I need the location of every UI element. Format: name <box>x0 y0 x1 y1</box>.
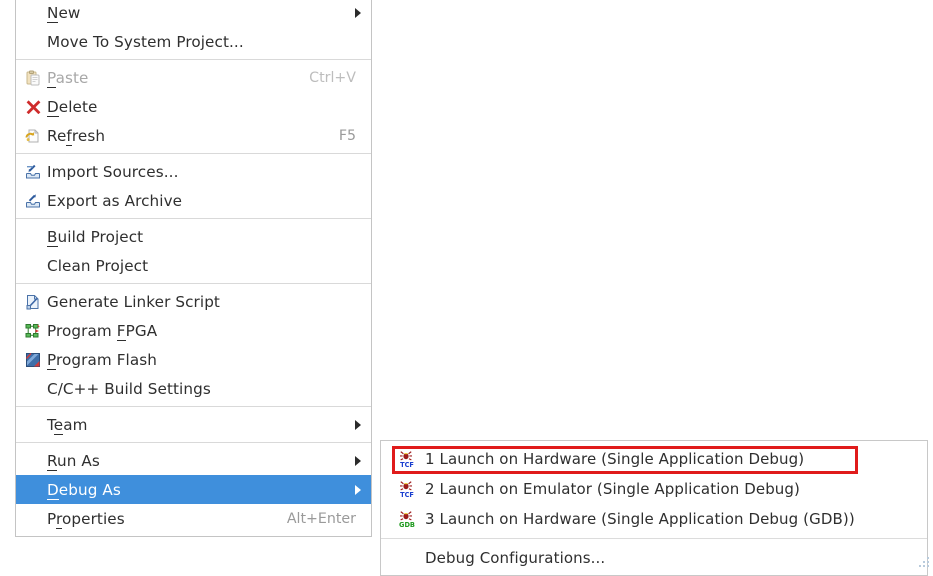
menu-item-shortcut: Ctrl+V <box>309 70 363 86</box>
submenu-item-debug-configurations[interactable]: Debug Configurations... <box>381 543 927 573</box>
no-icon <box>22 257 44 275</box>
menu-item-label: Properties <box>47 510 269 528</box>
svg-text:GDB: GDB <box>399 521 415 528</box>
menu-item-label: Import Sources... <box>47 163 363 181</box>
menu-item-label: Debug As <box>47 481 345 499</box>
menu-item-run-as[interactable]: Run As <box>16 446 371 475</box>
menu-item-label: Refresh <box>47 127 321 145</box>
menu-item-label: Generate Linker Script <box>47 293 363 311</box>
no-icon <box>22 33 44 51</box>
menu-item-shortcut: F5 <box>339 128 363 144</box>
menu-item-paste: Paste Ctrl+V <box>16 63 371 92</box>
menu-item-build-project[interactable]: Build Project <box>16 222 371 251</box>
menu-item-export-as-archive[interactable]: Export as Archive <box>16 186 371 215</box>
menu-item-label: Run As <box>47 452 345 470</box>
submenu-arrow-icon <box>355 420 361 430</box>
context-menu[interactable]: New Move To System Project... Paste Ctrl+V D… <box>15 0 372 537</box>
menu-item-label: Debug Configurations... <box>425 549 919 567</box>
fpga-icon <box>22 322 44 340</box>
menu-separator <box>16 283 371 284</box>
no-icon <box>22 4 44 22</box>
import-icon <box>22 163 44 181</box>
no-icon <box>22 510 44 528</box>
submenu-arrow-icon <box>355 485 361 495</box>
menu-item-properties[interactable]: Properties Alt+Enter <box>16 504 371 533</box>
debug-as-submenu[interactable]: TCF 1 Launch on Hardware (Single Applicat… <box>380 440 928 576</box>
menu-item-program-fpga[interactable]: Program FPGA <box>16 316 371 345</box>
svg-text:TCF: TCF <box>400 491 414 498</box>
menu-item-clean-project[interactable]: Clean Project <box>16 251 371 280</box>
menu-separator <box>16 153 371 154</box>
no-icon <box>22 481 44 499</box>
menu-item-refresh[interactable]: Refresh F5 <box>16 121 371 150</box>
menu-item-move-to-system-project[interactable]: Move To System Project... <box>16 27 371 56</box>
submenu-item-2-launch-on-emulator-single-application-[interactable]: TCF 2 Launch on Emulator (Single Applicat… <box>381 474 927 504</box>
resize-grip[interactable] <box>915 559 929 567</box>
no-icon <box>22 380 44 398</box>
menu-separator <box>381 538 927 539</box>
menu-separator <box>16 406 371 407</box>
tcf-debug-icon: TCF <box>395 480 419 498</box>
menu-item-generate-linker-script[interactable]: Generate Linker Script <box>16 287 371 316</box>
export-icon <box>22 192 44 210</box>
linker-script-icon <box>22 293 44 311</box>
paste-icon <box>22 69 44 87</box>
delete-icon <box>22 98 44 116</box>
menu-item-debug-as[interactable]: Debug As <box>16 475 371 504</box>
flash-icon <box>22 351 44 369</box>
menu-item-new[interactable]: New <box>16 0 371 27</box>
menu-item-label: Paste <box>47 69 291 87</box>
menu-item-delete[interactable]: Delete <box>16 92 371 121</box>
submenu-arrow-icon <box>355 456 361 466</box>
menu-item-label: Delete <box>47 98 363 116</box>
no-icon <box>22 416 44 434</box>
menu-item-label: 1 Launch on Hardware (Single Application… <box>425 450 919 468</box>
menu-item-import-sources[interactable]: Import Sources... <box>16 157 371 186</box>
no-icon <box>395 549 419 567</box>
menu-item-label: Build Project <box>47 228 363 246</box>
menu-item-label: Program FPGA <box>47 322 363 340</box>
svg-text:TCF: TCF <box>400 461 414 468</box>
gdb-debug-icon: GDB <box>395 510 419 528</box>
tcf-debug-icon: TCF <box>395 450 419 468</box>
refresh-icon <box>22 127 44 145</box>
menu-item-c-c-build-settings[interactable]: C/C++ Build Settings <box>16 374 371 403</box>
no-icon <box>22 452 44 470</box>
menu-item-label: New <box>47 4 345 22</box>
no-icon <box>22 228 44 246</box>
menu-item-shortcut: Alt+Enter <box>287 511 363 527</box>
menu-separator <box>16 59 371 60</box>
menu-item-label: 3 Launch on Hardware (Single Application… <box>425 510 919 528</box>
menu-separator <box>16 218 371 219</box>
menu-item-team[interactable]: Team <box>16 410 371 439</box>
menu-item-label: Program Flash <box>47 351 363 369</box>
menu-item-label: 2 Launch on Emulator (Single Application… <box>425 480 919 498</box>
menu-item-label: C/C++ Build Settings <box>47 380 363 398</box>
submenu-arrow-icon <box>355 8 361 18</box>
menu-item-label: Export as Archive <box>47 192 363 210</box>
menu-item-program-flash[interactable]: Program Flash <box>16 345 371 374</box>
menu-item-label: Clean Project <box>47 257 363 275</box>
submenu-item-3-launch-on-hardware-single-application-[interactable]: GDB 3 Launch on Hardware (Single Applicat… <box>381 504 927 534</box>
submenu-item-1-launch-on-hardware-single-application-[interactable]: TCF 1 Launch on Hardware (Single Applicat… <box>381 444 927 474</box>
menu-item-label: Move To System Project... <box>47 33 363 51</box>
menu-item-label: Team <box>47 416 345 434</box>
menu-separator <box>16 442 371 443</box>
